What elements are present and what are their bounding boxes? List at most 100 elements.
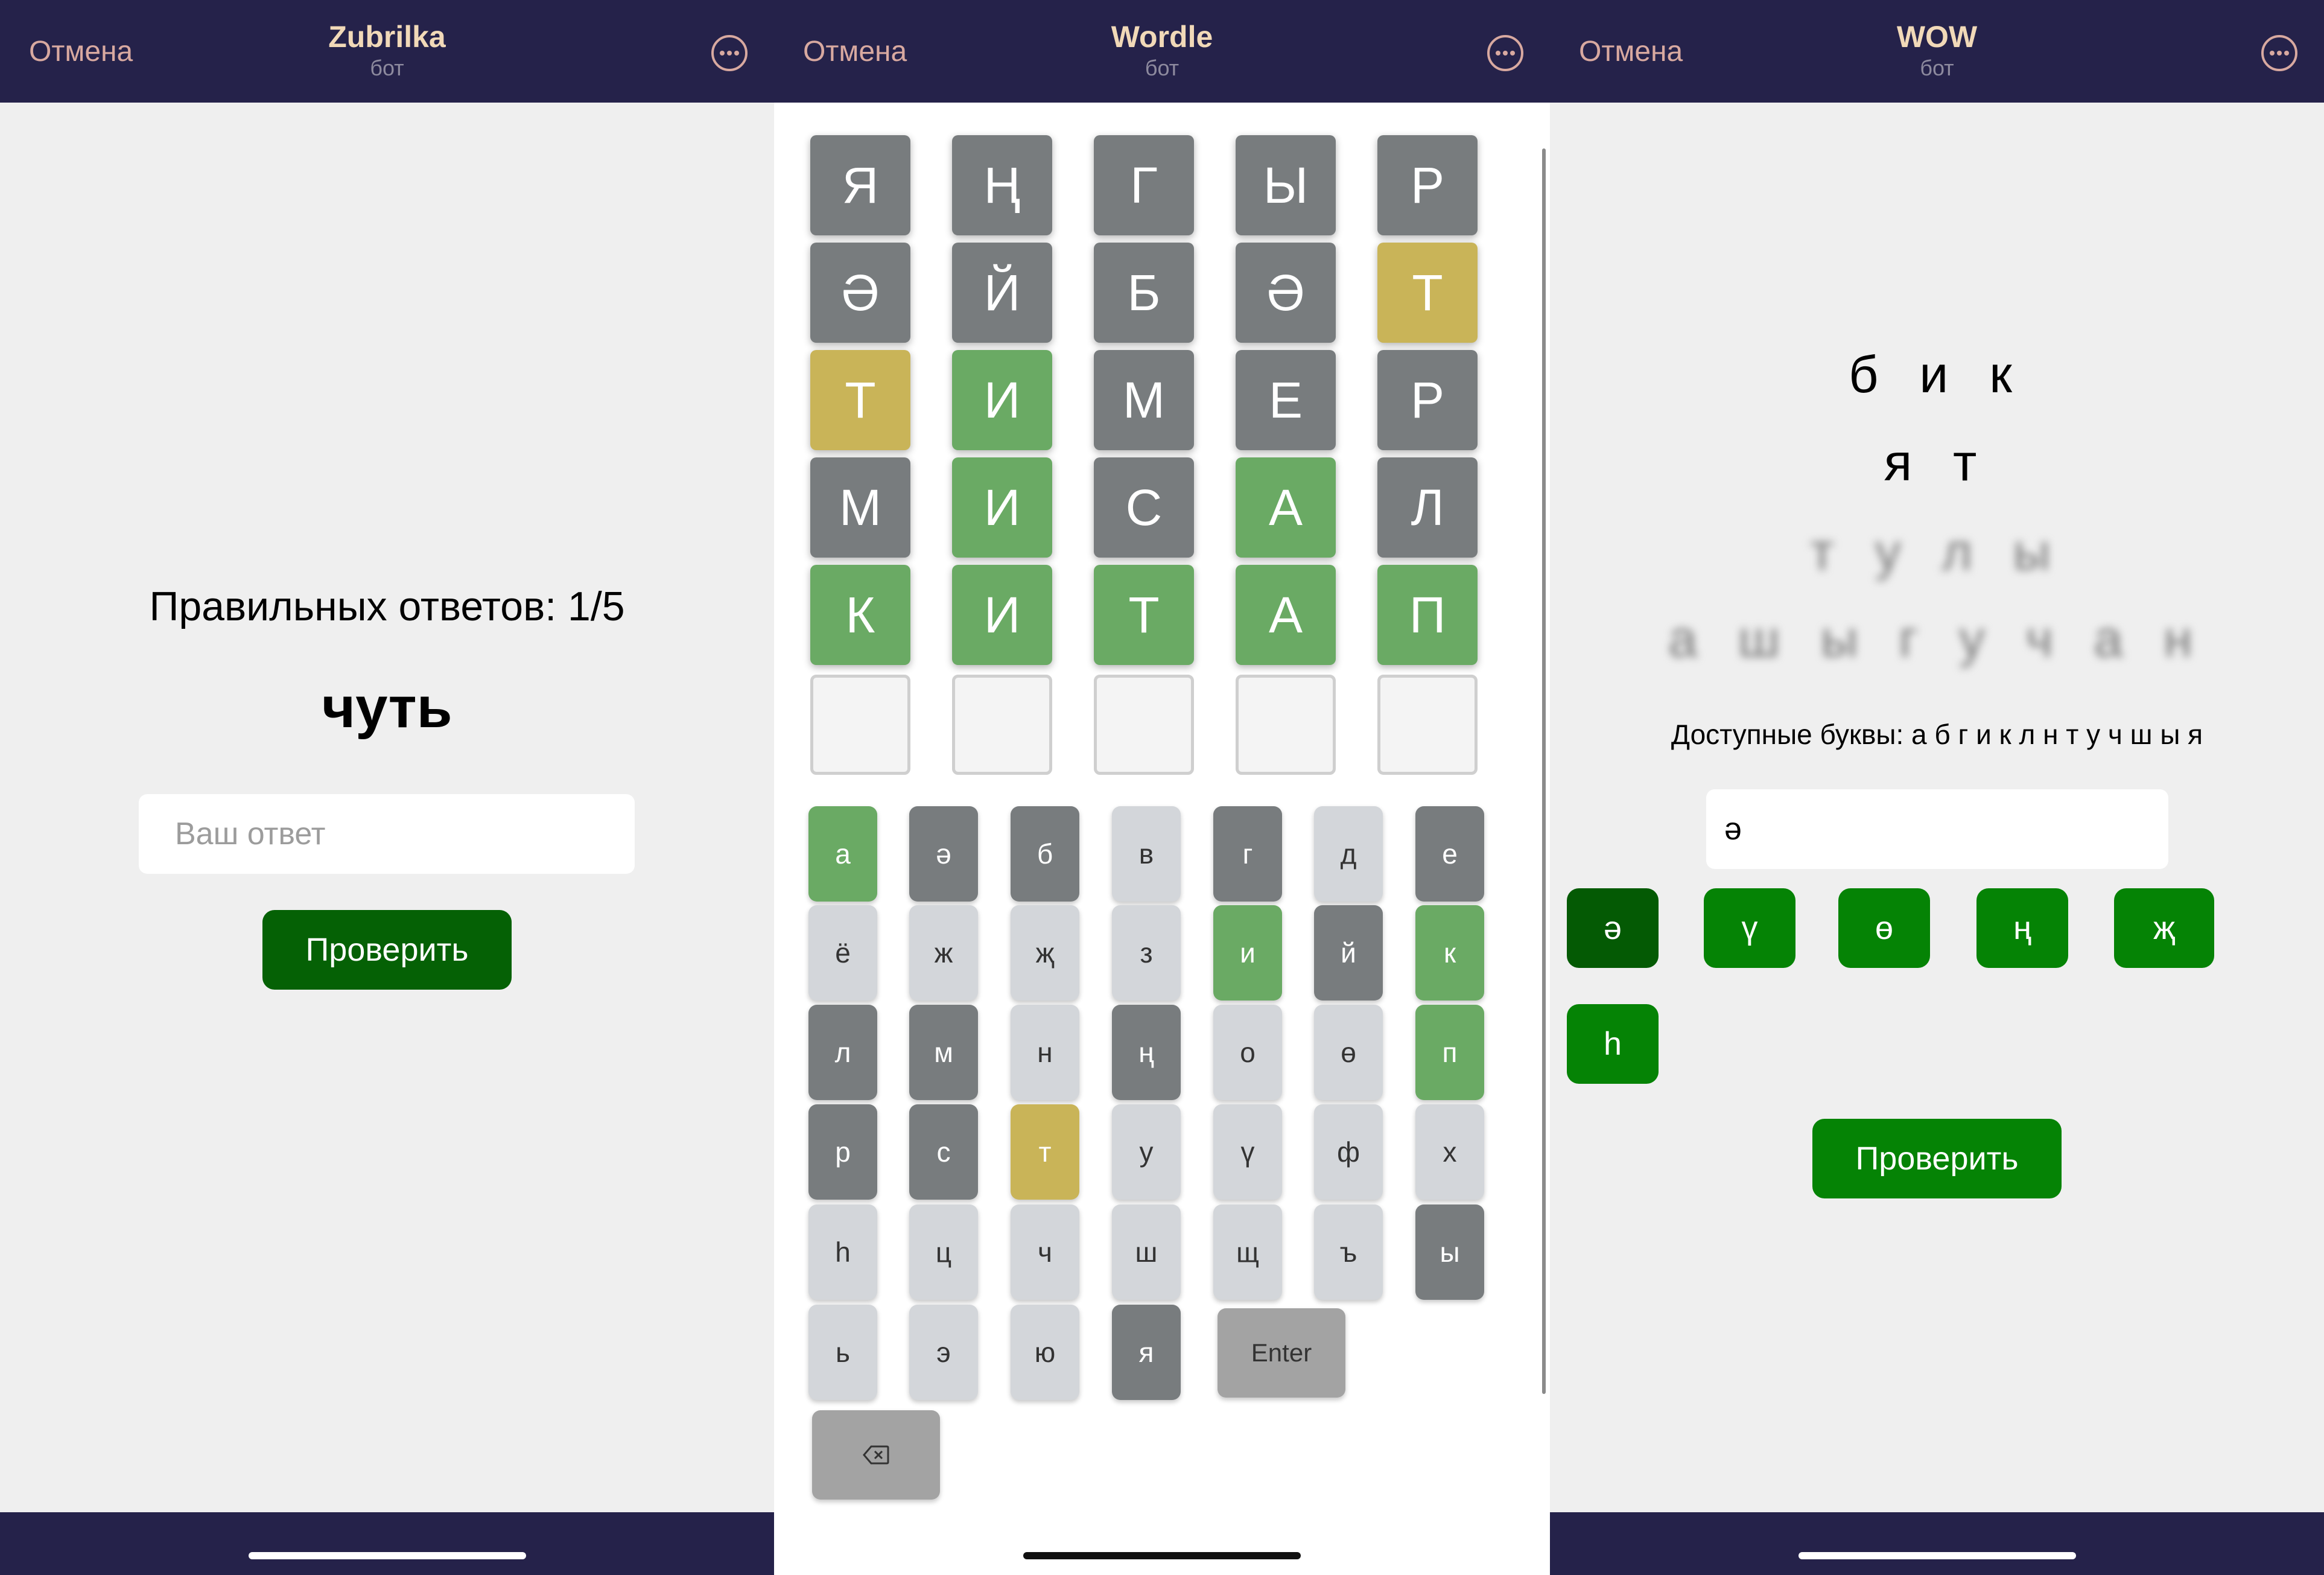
key-е[interactable]: е (1415, 806, 1484, 902)
key-а[interactable]: а (808, 806, 877, 902)
more-icon[interactable] (1486, 34, 1525, 72)
key-в[interactable]: в (1112, 806, 1181, 902)
quiz-word: чуть (322, 675, 452, 740)
key-ы[interactable]: ы (1415, 1204, 1484, 1300)
word-input[interactable]: ә (1706, 789, 2168, 869)
zubrilka-screen: Отмена Zubrilka бот Правильных ответов: … (0, 0, 774, 1575)
letter-tile: И (952, 350, 1052, 450)
more-icon[interactable] (710, 34, 749, 72)
empty-tile (952, 675, 1052, 775)
more-icon[interactable] (2260, 34, 2299, 72)
letter-tile: Й (952, 243, 1052, 343)
key-б[interactable]: б (1011, 806, 1079, 902)
letter-tile: Я (810, 135, 910, 235)
key-м[interactable]: м (909, 1005, 978, 1100)
key-э[interactable]: э (909, 1305, 978, 1400)
key-я[interactable]: я (1112, 1305, 1181, 1400)
key-ө[interactable]: ө (1314, 1005, 1383, 1100)
letter-tile: С (1094, 457, 1194, 558)
bot-title: WOW (1896, 20, 1978, 54)
letter-tile: Т (810, 350, 910, 450)
key-г[interactable]: г (1213, 806, 1282, 902)
key-ж[interactable]: ж (909, 905, 978, 1001)
header: Отмена WOW бот (1550, 0, 2324, 103)
letter-tile: Г (1094, 135, 1194, 235)
key-з[interactable]: з (1112, 905, 1181, 1001)
key-н[interactable]: н (1011, 1005, 1079, 1100)
answer-input[interactable] (139, 794, 635, 874)
key-и[interactable]: и (1213, 905, 1282, 1001)
key-л[interactable]: л (808, 1005, 877, 1100)
wow-screen: Отмена WOW бот б и к я т т у л ы а ш ы г… (1550, 0, 2324, 1575)
key-ъ[interactable]: ъ (1314, 1204, 1383, 1300)
key-р[interactable]: р (808, 1104, 877, 1200)
letter-tile: Б (1094, 243, 1194, 343)
empty-tile (810, 675, 910, 775)
check-button[interactable]: Проверить (1812, 1119, 2062, 1198)
letter-tile: И (952, 457, 1052, 558)
scrollbar[interactable] (1542, 148, 1546, 1394)
letter-tile: А (1236, 457, 1336, 558)
letter-button-o-barred[interactable]: ө (1838, 888, 1930, 968)
key-җ[interactable]: җ (1011, 905, 1079, 1001)
key-ү[interactable]: ү (1213, 1104, 1282, 1200)
available-letters: Доступные буквы: а б г и к л н т у ч ш ы… (1671, 719, 2203, 750)
key-у[interactable]: у (1112, 1104, 1181, 1200)
key-щ[interactable]: щ (1213, 1204, 1282, 1300)
bot-title: Wordle (1111, 20, 1213, 54)
home-indicator[interactable] (1023, 1552, 1301, 1559)
key-д[interactable]: д (1314, 806, 1383, 902)
key-ц[interactable]: ц (909, 1204, 978, 1300)
key-ь[interactable]: ь (808, 1305, 877, 1400)
empty-tile (1236, 675, 1336, 775)
letter-button-u-straight[interactable]: ү (1704, 888, 1795, 968)
key-ә[interactable]: ә (909, 806, 978, 902)
key-к[interactable]: к (1415, 905, 1484, 1001)
key-һ[interactable]: һ (808, 1204, 877, 1300)
key-т[interactable]: т (1011, 1104, 1079, 1200)
key-ю[interactable]: ю (1011, 1305, 1079, 1400)
hidden-word-2: а ш ы г у ч а н (1668, 610, 2206, 668)
letter-tile: Т (1377, 243, 1478, 343)
letter-button-schwa[interactable]: ә (1567, 888, 1659, 968)
header: Отмена Wordle бот (774, 0, 1550, 103)
key-ф[interactable]: ф (1314, 1104, 1383, 1200)
letter-tile: К (810, 565, 910, 665)
key-ш[interactable]: ш (1112, 1204, 1181, 1300)
home-indicator[interactable] (248, 1552, 526, 1559)
hidden-word-1: т у л ы (1810, 523, 2064, 581)
letter-tile: И (952, 565, 1052, 665)
key-ё[interactable]: ё (808, 905, 877, 1001)
bottom-bar (1550, 1512, 2324, 1575)
letter-tile: М (1094, 350, 1194, 450)
found-word-1: б и к (1849, 346, 2025, 404)
letter-tile: Ң (952, 135, 1052, 235)
enter-key[interactable]: Enter (1218, 1308, 1345, 1398)
bot-subtitle: бот (370, 56, 404, 80)
check-button[interactable]: Проверить (262, 910, 512, 990)
header: Отмена Zubrilka бот (0, 0, 774, 103)
key-ң[interactable]: ң (1112, 1005, 1181, 1100)
backspace-key[interactable] (812, 1410, 940, 1500)
key-п[interactable]: п (1415, 1005, 1484, 1100)
key-х[interactable]: х (1415, 1104, 1484, 1200)
key-с[interactable]: с (909, 1104, 978, 1200)
wordle-screen: Отмена Wordle бот ЯҢГЫРӘЙБӘТТИМЕРМИСАЛКИ… (774, 0, 1550, 1575)
letter-tile: П (1377, 565, 1478, 665)
key-ч[interactable]: ч (1011, 1204, 1079, 1300)
letter-button-zhe-descender[interactable]: җ (2114, 888, 2214, 968)
letter-button-en-descender[interactable]: ң (1976, 888, 2068, 968)
bot-title: Zubrilka (328, 20, 446, 54)
letter-tile: А (1236, 565, 1336, 665)
key-о[interactable]: о (1213, 1005, 1282, 1100)
backspace-icon (863, 1445, 889, 1465)
home-indicator[interactable] (1798, 1552, 2076, 1559)
key-й[interactable]: й (1314, 905, 1383, 1001)
letter-button-shha[interactable]: һ (1567, 1004, 1659, 1084)
bottom-bar (0, 1512, 774, 1575)
letter-tile: Ы (1236, 135, 1336, 235)
letter-tile: Ә (810, 243, 910, 343)
letter-tile: Т (1094, 565, 1194, 665)
letter-tile: Л (1377, 457, 1478, 558)
empty-tile (1377, 675, 1478, 775)
